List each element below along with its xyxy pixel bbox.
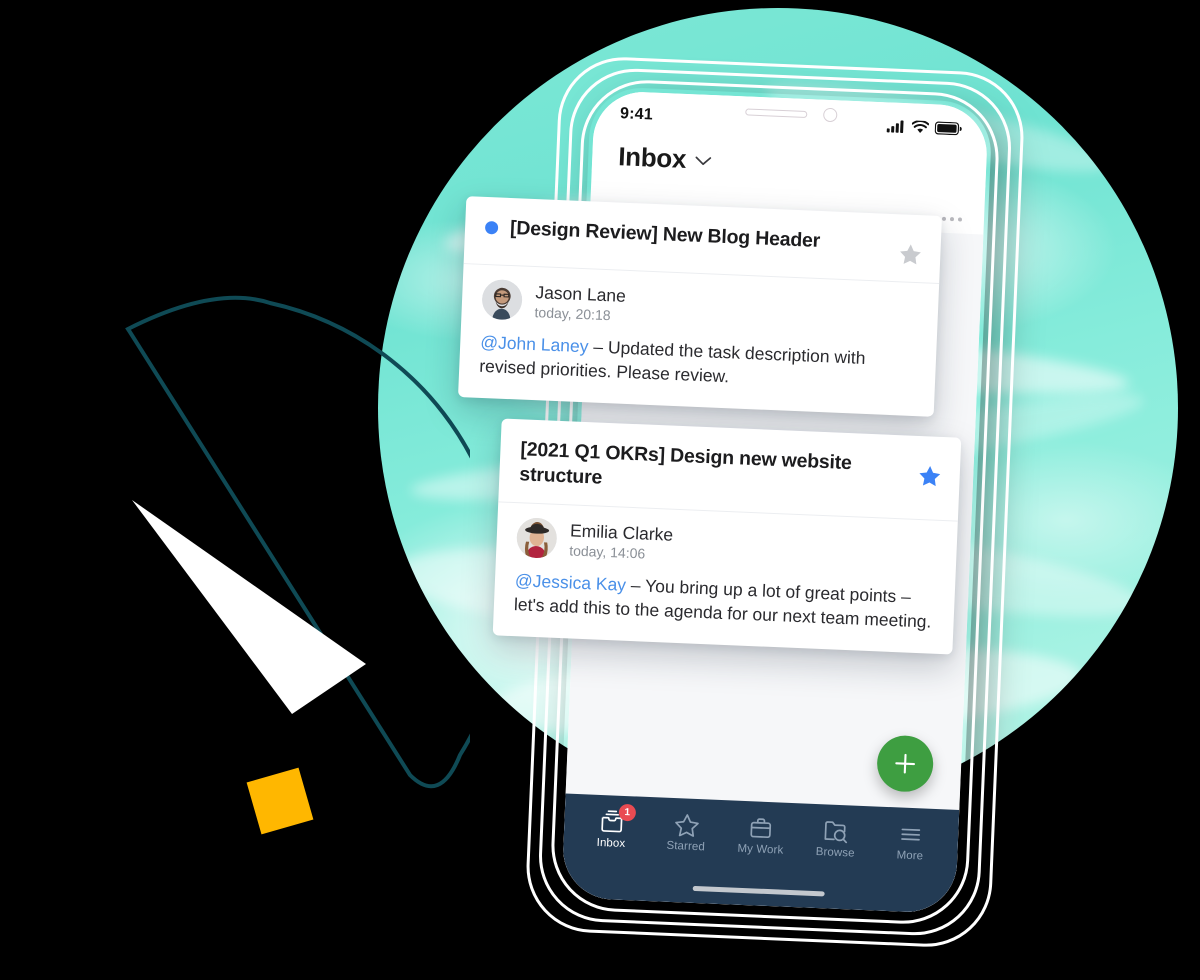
inbox-badge: 1 (618, 803, 637, 822)
create-fab-button[interactable] (876, 734, 935, 793)
timestamp: today, 14:06 (568, 542, 646, 562)
unread-dot (484, 220, 499, 235)
status-icons (886, 119, 962, 135)
tab-browse-label: Browse (815, 846, 855, 860)
notification-card[interactable]: [2021 Q1 OKRs] Design new website struct… (492, 418, 962, 655)
phone-notch (698, 94, 884, 133)
hamburger-icon (897, 821, 925, 846)
plus-icon (895, 753, 915, 774)
status-time: 9:41 (619, 105, 654, 124)
battery-icon (934, 121, 962, 135)
card-title: [2021 Q1 OKRs] Design new website struct… (518, 438, 853, 489)
star-outline-icon (673, 812, 701, 838)
star-filled-icon[interactable] (917, 464, 942, 488)
tab-my-work[interactable]: My Work (723, 814, 799, 857)
timestamp: today, 20:18 (534, 303, 611, 323)
avatar (481, 278, 523, 321)
more-horizontal-icon[interactable] (941, 216, 963, 222)
mention-link[interactable]: @John Laney (480, 332, 589, 357)
wifi-icon (911, 119, 930, 133)
cellular-signal-icon (886, 119, 904, 133)
chevron-down-icon[interactable] (694, 154, 712, 167)
author-name: Emilia Clarke (569, 520, 674, 545)
notch-camera-icon (822, 107, 838, 123)
tab-more[interactable]: More (872, 820, 948, 863)
notification-card[interactable]: [Design Review] New Blog Header Jason La… (457, 196, 943, 418)
author-name: Jason Lane (535, 281, 627, 306)
avatar (515, 517, 558, 559)
notch-speaker (745, 107, 808, 118)
tab-browse[interactable]: Browse (798, 817, 874, 860)
tab-my-work-label: My Work (737, 842, 784, 857)
tab-more-label: More (896, 849, 924, 863)
home-indicator (692, 885, 825, 897)
star-filled-icon[interactable] (898, 242, 923, 266)
bottom-tab-bar: 1 Inbox Starred My Work Browse More (561, 793, 960, 914)
yellow-square (246, 767, 314, 835)
tab-inbox[interactable]: 1 Inbox (573, 803, 649, 851)
tab-inbox-label: Inbox (596, 836, 626, 851)
briefcase-icon (747, 815, 775, 840)
inbox-tray-icon: 1 (598, 803, 637, 834)
card-title: [Design Review] New Blog Header (509, 216, 821, 252)
tab-starred-label: Starred (666, 839, 706, 854)
mention-link[interactable]: @Jessica Kay (515, 570, 627, 595)
white-triangle (132, 500, 366, 714)
page-title: Inbox (617, 141, 687, 174)
tab-starred[interactable]: Starred (648, 811, 724, 854)
folder-search-icon (822, 818, 850, 844)
hero-scene: 9:41 Inbox 1 Inbox Starred My Work Brows… (0, 0, 1200, 980)
